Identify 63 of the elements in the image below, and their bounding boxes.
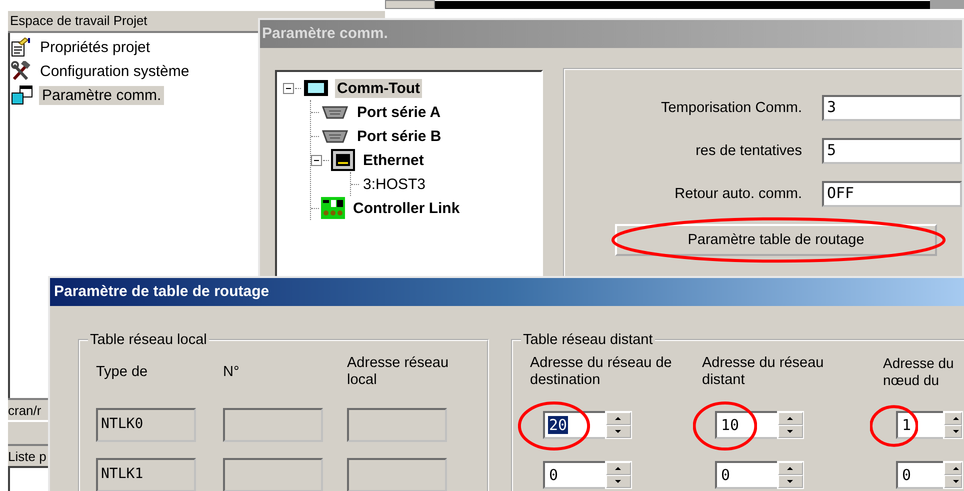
column-header: Adresse du réseau distant xyxy=(702,355,825,389)
document-icon xyxy=(11,37,31,57)
field-value: 1 xyxy=(901,416,912,434)
spin-down-button[interactable] xyxy=(606,475,631,488)
tree-item[interactable]: Configuration système xyxy=(37,62,192,80)
spin-down-button[interactable] xyxy=(778,475,803,488)
serial-port-icon xyxy=(321,128,349,144)
group-title: Table réseau local xyxy=(89,332,208,348)
circuit-board-icon xyxy=(321,197,345,219)
field-label: res de tentatives xyxy=(694,143,803,159)
field-label: Temporisation Comm. xyxy=(660,100,803,116)
tree-item[interactable]: Paramètre comm. xyxy=(39,86,164,104)
group-title: Table réseau distant xyxy=(522,332,654,348)
spin-up-button[interactable] xyxy=(606,412,631,425)
monitor-icon xyxy=(303,79,329,97)
readonly-field: NTLK0 xyxy=(96,408,196,442)
ethernet-port-icon xyxy=(331,149,355,171)
tree-item[interactable]: Port série B xyxy=(355,126,444,146)
field-value: 0 xyxy=(901,466,912,484)
windows-icon xyxy=(11,85,33,105)
dialog-title: Paramètre de table de routage xyxy=(50,278,964,306)
column-header: Adresse du réseau de destination xyxy=(530,355,673,389)
panel-tab[interactable]: Liste p xyxy=(8,444,48,466)
tree-item[interactable]: Ethernet xyxy=(361,150,426,170)
tree-item[interactable]: Controller Link xyxy=(351,198,462,218)
input-field[interactable]: OFF xyxy=(822,181,962,207)
field-label: Retour auto. comm. xyxy=(674,186,803,202)
column-header: Adresse réseau local xyxy=(347,355,450,389)
spin-down-button[interactable] xyxy=(606,425,631,438)
spin-up-button[interactable] xyxy=(778,462,803,475)
spin-up-button[interactable] xyxy=(944,412,962,425)
spin-down-button[interactable] xyxy=(944,425,962,438)
collapse-toggle[interactable] xyxy=(283,82,294,94)
serial-port-icon xyxy=(321,104,349,120)
field-value: 20 xyxy=(548,416,568,434)
readonly-field: NTLK1 xyxy=(96,458,196,491)
spin-field[interactable]: 20 xyxy=(543,411,605,439)
spin-down-button[interactable] xyxy=(778,425,803,438)
spin-down-button[interactable] xyxy=(944,475,962,488)
tools-icon xyxy=(11,61,31,81)
input-field[interactable]: 3 xyxy=(822,95,962,121)
spin-up-button[interactable] xyxy=(944,462,962,475)
spin-field[interactable]: 0 xyxy=(896,461,943,489)
tree-item[interactable]: 3:HOST3 xyxy=(361,174,428,194)
spin-field[interactable]: 0 xyxy=(543,461,605,489)
input-field[interactable]: 5 xyxy=(822,138,962,164)
window-title: Paramètre comm. xyxy=(260,20,962,48)
column-header: Type de xyxy=(96,364,149,380)
spin-up-button[interactable] xyxy=(606,462,631,475)
tree-item[interactable]: Comm-Tout xyxy=(335,78,422,98)
tree-item[interactable]: Port série A xyxy=(355,102,443,122)
field-value: 10 xyxy=(720,416,740,434)
field-value: 0 xyxy=(720,466,732,484)
spin-field[interactable]: 0 xyxy=(715,461,777,489)
tree-item[interactable]: Propriétés projet xyxy=(37,38,154,56)
field-value: 0 xyxy=(548,466,560,484)
collapse-toggle[interactable] xyxy=(311,154,322,166)
column-header: N° xyxy=(223,364,240,380)
spin-field[interactable]: 1 xyxy=(896,411,943,439)
spin-field[interactable]: 10 xyxy=(715,411,777,439)
spin-up-button[interactable] xyxy=(778,412,803,425)
column-header: Adresse du nœud du xyxy=(883,355,955,389)
routing-table-button[interactable]: Paramètre table de routage xyxy=(615,224,937,256)
